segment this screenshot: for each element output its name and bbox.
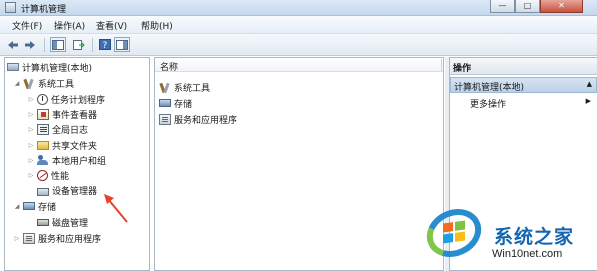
show-hide-tree-button[interactable] (50, 37, 66, 52)
expand-arrow-icon[interactable]: ▷ (27, 111, 35, 118)
menu-action[interactable]: 操作(A) (54, 19, 85, 32)
column-divider[interactable] (441, 59, 442, 71)
expand-arrow-icon[interactable]: ▷ (13, 235, 21, 242)
computer-management-app-icon (5, 2, 16, 13)
tree-item-label: 性能 (51, 171, 70, 182)
log-icon (37, 123, 49, 135)
shared-folder-icon (37, 140, 49, 150)
submenu-arrow-icon: ▶ (585, 97, 591, 105)
list-item-label: 存储 (174, 99, 193, 110)
action-section-computer-management[interactable]: 计算机管理(本地) ▲ (450, 77, 597, 93)
results-pane: 名称 系统工具 存储 服务和应用程序 (154, 57, 444, 271)
disk-icon (37, 218, 49, 226)
back-button[interactable] (5, 37, 21, 52)
watermark-brand: 系统之家 (494, 226, 575, 248)
toolbar: ? (0, 34, 597, 56)
tools-icon (23, 78, 35, 89)
menu-file[interactable]: 文件(F) (12, 19, 42, 32)
back-arrow-icon (8, 40, 18, 49)
tree-item-root[interactable]: 计算机管理(本地) (5, 60, 92, 74)
menu-help[interactable]: 帮助(H) (141, 19, 173, 32)
toolbar-separator (92, 38, 93, 52)
console-tree: 计算机管理(本地) ◢ 系统工具 ▷ 任务计划程序 ▷ 事件查看器 ▷ 全局日志… (4, 57, 150, 271)
list-item-label: 服务和应用程序 (174, 115, 238, 126)
tree-item-performance[interactable]: ▷ 性能 (27, 168, 69, 182)
tree-item-shared-folders[interactable]: ▷ 共享文件夹 (27, 138, 97, 152)
name-column-header[interactable]: 名称 (155, 58, 443, 73)
help-button[interactable]: ? (97, 37, 113, 52)
expand-arrow-icon[interactable]: ▷ (27, 157, 35, 164)
action-section-label: 计算机管理(本地) (454, 83, 525, 93)
help-icon: ? (99, 39, 111, 50)
collapse-arrow-icon[interactable]: ◢ (13, 80, 21, 87)
tools-icon (159, 82, 171, 93)
forward-arrow-icon (25, 40, 35, 49)
storage-icon (23, 202, 35, 210)
forward-button[interactable] (22, 37, 38, 52)
storage-icon (159, 99, 171, 107)
tree-item-label: 设备管理器 (52, 186, 98, 197)
users-icon (37, 154, 49, 166)
maximize-button[interactable]: □ (515, 0, 540, 13)
tree-item-label: 系统工具 (38, 79, 75, 90)
action-pane-icon (116, 39, 128, 50)
tree-item-storage[interactable]: ◢ 存储 (13, 199, 56, 213)
tree-item-system-tools[interactable]: ◢ 系统工具 (13, 76, 74, 90)
toolbar-separator (44, 38, 45, 52)
actions-pane-title: 操作 (450, 58, 597, 75)
expand-arrow-icon[interactable]: ▷ (27, 96, 35, 103)
tree-item-label: 事件查看器 (52, 110, 98, 121)
tree-item-event-viewer[interactable]: ▷ 事件查看器 (27, 107, 97, 121)
performance-icon (37, 169, 48, 181)
menu-view[interactable]: 查看(V) (96, 19, 127, 32)
action-item-label: 更多操作 (470, 100, 507, 110)
show-hide-action-pane-button[interactable] (114, 37, 130, 52)
tree-item-local-users[interactable]: ▷ 本地用户和组 (27, 153, 106, 167)
expand-arrow-icon[interactable]: ▷ (27, 172, 35, 179)
tree-item-services-apps[interactable]: ▷ 服务和应用程序 (13, 231, 101, 245)
export-list-button[interactable] (71, 37, 87, 52)
expand-arrow-icon[interactable]: ▷ (27, 142, 35, 149)
menu-bar: 文件(F) 操作(A) 查看(V) 帮助(H) (0, 16, 597, 34)
window-controls: — □ ✕ (490, 0, 583, 13)
tree-item-label: 共享文件夹 (52, 141, 98, 152)
watermark-url: Win10net.com (492, 248, 563, 260)
tree-item-device-manager[interactable]: 设备管理器 (35, 183, 97, 197)
window-title: 计算机管理 (21, 5, 67, 15)
collapse-triangle-icon[interactable]: ▲ (587, 80, 592, 88)
clock-icon (37, 93, 48, 105)
services-icon (159, 113, 171, 125)
tree-item-label: 计算机管理(本地) (22, 63, 93, 74)
action-more-actions[interactable]: 更多操作 ▶ (450, 95, 597, 110)
tree-item-disk-management[interactable]: 磁盘管理 (35, 215, 88, 229)
tree-item-label: 任务计划程序 (51, 95, 106, 106)
title-bar: 计算机管理 — □ ✕ (0, 0, 597, 16)
console-tree-icon (52, 39, 64, 50)
list-item-services-apps[interactable]: 服务和应用程序 (157, 112, 237, 126)
services-icon (23, 232, 35, 244)
list-item-system-tools[interactable]: 系统工具 (157, 80, 210, 94)
device-manager-icon (37, 188, 49, 196)
event-viewer-icon (37, 108, 49, 120)
column-header-label: 名称 (160, 63, 179, 73)
windows-flag-logo-icon (443, 220, 465, 244)
list-item-label: 系统工具 (174, 83, 211, 94)
tree-item-task-scheduler[interactable]: ▷ 任务计划程序 (27, 92, 105, 106)
tree-item-label: 全局日志 (52, 125, 89, 136)
tree-item-label: 存储 (38, 202, 57, 213)
tree-item-label: 本地用户和组 (52, 156, 107, 167)
tree-item-label: 服务和应用程序 (38, 234, 102, 245)
export-list-icon (73, 39, 85, 50)
expand-arrow-icon[interactable]: ▷ (27, 126, 35, 133)
annotation-arrow-icon (104, 194, 128, 223)
svg-text:?: ? (103, 41, 108, 50)
tree-item-label: 磁盘管理 (52, 218, 89, 229)
collapse-arrow-icon[interactable]: ◢ (13, 203, 21, 210)
minimize-button[interactable]: — (490, 0, 515, 13)
list-item-storage[interactable]: 存储 (157, 96, 192, 110)
tree-item-global-log[interactable]: ▷ 全局日志 (27, 122, 88, 136)
computer-icon (7, 63, 19, 71)
close-button[interactable]: ✕ (540, 0, 583, 13)
